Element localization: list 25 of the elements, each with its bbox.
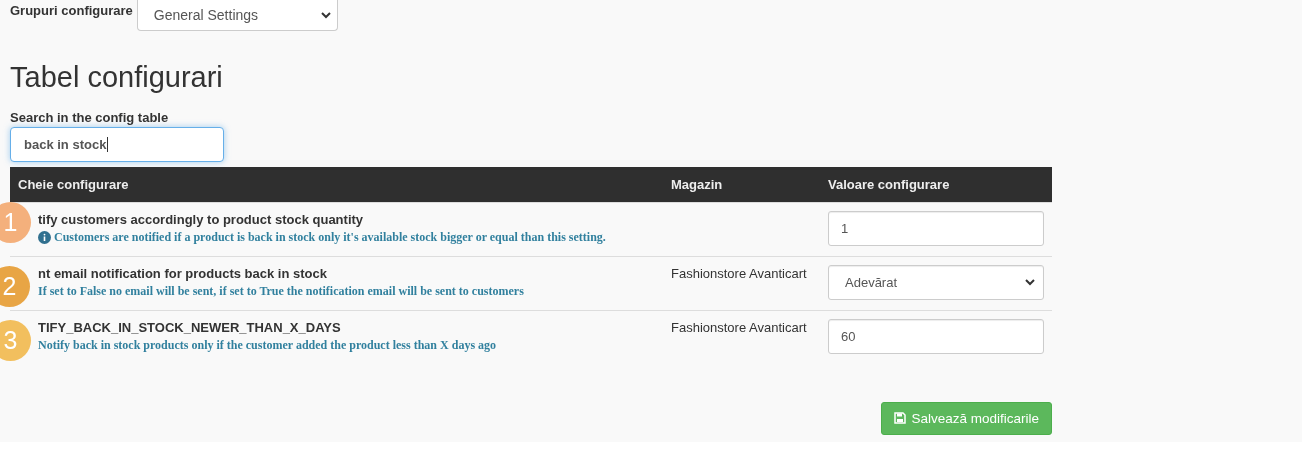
column-header: Magazin [670, 176, 724, 192]
value-select[interactable]: Adevărat [828, 264, 1044, 300]
config-description: Notify back in stock products only if the customer added the product less than X days ago [38, 337, 497, 353]
store-name: Fashionstore Avanticart [671, 265, 807, 281]
config-key: nt email notification for products back in stock [38, 265, 663, 281]
field-label: Search in the config table [10, 109, 170, 125]
config-key: tify customers accordingly to product stock quantity [38, 211, 663, 227]
info-icon [38, 230, 51, 244]
page-heading: Tabel configurari [10, 60, 224, 95]
number-badge: 3 [0, 320, 31, 361]
chevron-down-icon [1025, 278, 1035, 286]
number-badge: 2 [0, 266, 30, 307]
column-header: Valoare configurare [827, 176, 951, 192]
search-field[interactable]: back in stock [10, 126, 224, 162]
config-description: Customers are notified if a product is back in stock only it's available stock bigger or equal than this setting. [54, 229, 606, 245]
store-name: Fashionstore Avanticart [671, 319, 807, 335]
chevron-down-icon [320, 11, 331, 19]
config-key: TIFY_BACK_IN_STOCK_NEWER_THAN_X_DAYS [38, 319, 663, 335]
config-description: If set to False no email will be sent, if set to True the notification email will be sent to customers [38, 283, 524, 299]
value-input[interactable]: 1 [828, 210, 1044, 246]
number-badge: 1 [0, 202, 31, 243]
column-header: Cheie configurare [17, 176, 130, 192]
group-select[interactable]: General Settings [136, 0, 338, 31]
field-label: Grupuri configurare [10, 3, 133, 18]
value-input[interactable]: 60 [828, 318, 1044, 354]
